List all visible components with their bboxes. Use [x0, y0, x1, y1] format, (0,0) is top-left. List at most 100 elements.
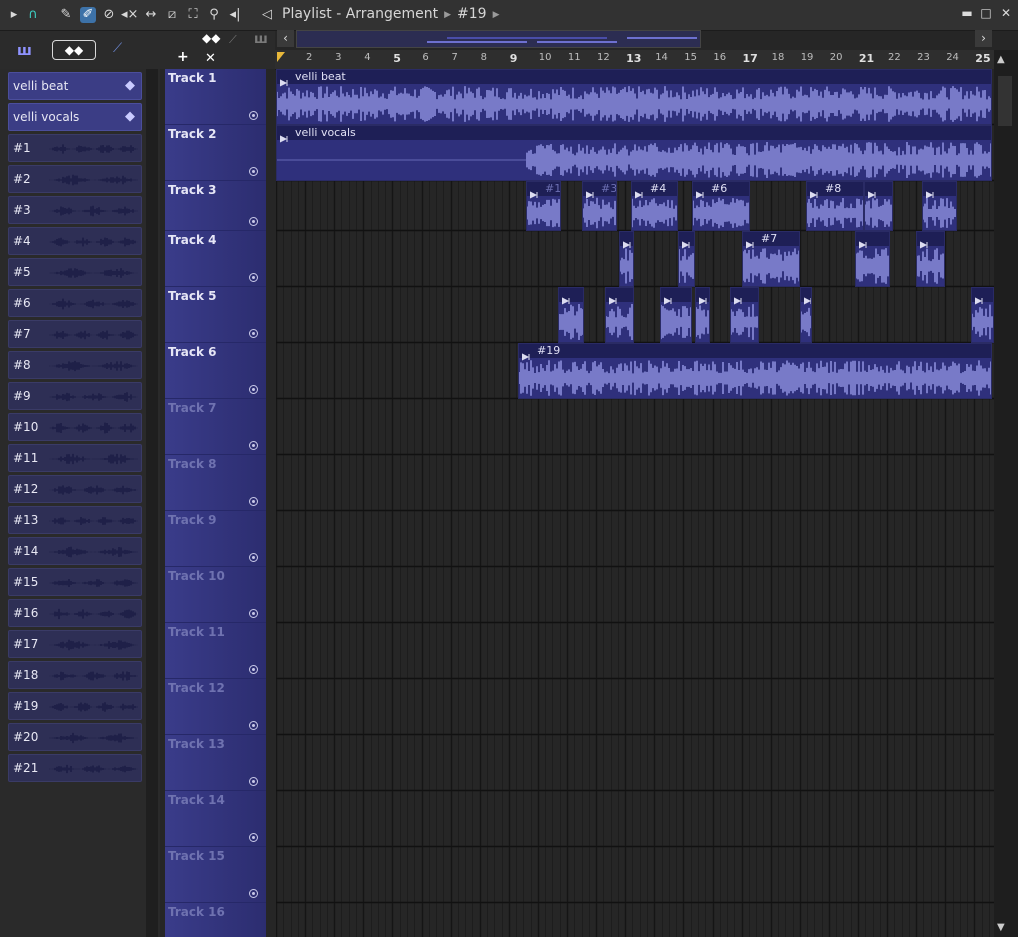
track-mute-icon[interactable] — [249, 609, 258, 618]
scroll-up-icon[interactable]: ▲ — [997, 54, 1005, 65]
remove-button[interactable]: ✕ — [205, 51, 216, 66]
track-mute-icon[interactable] — [249, 889, 258, 898]
clip-header[interactable]: #19 — [519, 344, 991, 361]
track-header[interactable]: Track 13 — [165, 735, 266, 791]
playlist-clip[interactable] — [916, 231, 945, 287]
picker-item[interactable]: #19 — [8, 692, 142, 720]
track-mute-icon[interactable] — [249, 217, 258, 226]
track-mute-icon[interactable] — [249, 273, 258, 282]
clip-menu-icon[interactable] — [803, 290, 811, 305]
playlist-clip[interactable] — [695, 287, 710, 343]
automation-view-icon[interactable]: ⟋ — [113, 41, 122, 56]
clip-menu-icon[interactable] — [279, 128, 288, 143]
clip-header[interactable] — [917, 232, 944, 249]
clip-header[interactable] — [801, 288, 811, 305]
track-mute-icon[interactable] — [249, 111, 258, 120]
clip-menu-icon[interactable] — [561, 290, 570, 305]
clip-menu-icon[interactable] — [608, 290, 617, 305]
track-mute-icon[interactable] — [249, 665, 258, 674]
pattern-view-icon[interactable]: ш — [17, 43, 32, 59]
clip-menu-icon[interactable] — [809, 184, 818, 199]
track-header[interactable]: Track 5 — [165, 287, 266, 343]
clip-header[interactable]: #7 — [743, 232, 799, 249]
clip-menu-icon[interactable] — [867, 184, 876, 199]
clip-header[interactable] — [696, 288, 709, 305]
playlist-clip[interactable]: #3 — [582, 181, 617, 231]
picker-item[interactable]: velli beat ◆ — [8, 72, 142, 100]
picker-item[interactable]: #20 — [8, 723, 142, 751]
picker-item[interactable]: #14 — [8, 537, 142, 565]
clip-menu-icon[interactable] — [634, 184, 643, 199]
playlist-clip[interactable] — [605, 287, 634, 343]
track-header[interactable]: Track 14 — [165, 791, 266, 847]
clip-header[interactable] — [606, 288, 633, 305]
clip-menu-icon[interactable] — [858, 234, 867, 249]
clip-header[interactable] — [865, 182, 892, 199]
clip-header[interactable] — [972, 288, 993, 305]
clip-header[interactable]: velli vocals — [277, 126, 991, 143]
clip-menu-icon[interactable] — [529, 184, 538, 199]
clip-menu-icon[interactable] — [622, 234, 631, 249]
picker-item[interactable]: #9 — [8, 382, 142, 410]
mute-icon[interactable]: ◂× — [121, 7, 138, 23]
track-mute-icon[interactable] — [249, 777, 258, 786]
playlist-clip[interactable] — [660, 287, 692, 343]
curve-icon[interactable]: ⟋ — [229, 33, 237, 47]
pattern-icon[interactable]: ш — [254, 32, 268, 47]
track-mute-icon[interactable] — [249, 385, 258, 394]
clip-header[interactable] — [923, 182, 956, 199]
playlist-clip[interactable]: velli vocals — [276, 125, 992, 181]
clip-header[interactable]: #1 — [527, 182, 560, 199]
playlist-clip[interactable]: #7 — [742, 231, 800, 287]
audio-view-icon[interactable]: ◆◆ — [52, 40, 96, 60]
track-header[interactable]: Track 4 — [165, 231, 266, 287]
picker-item[interactable]: #1 — [8, 134, 142, 162]
clip-header[interactable] — [856, 232, 889, 249]
maximize-button[interactable]: □ — [979, 6, 993, 22]
picker-scrollbar[interactable] — [146, 69, 158, 937]
picker-item[interactable]: #21 — [8, 754, 142, 782]
clip-menu-icon[interactable] — [695, 184, 704, 199]
track-header[interactable]: Track 1 — [165, 69, 266, 125]
scroll-right-button[interactable]: › — [975, 30, 992, 47]
playlist-clip[interactable] — [864, 181, 893, 231]
playback-icon[interactable]: ◂| — [227, 7, 243, 23]
clip-menu-icon[interactable] — [745, 234, 754, 249]
clip-header[interactable]: #6 — [693, 182, 749, 199]
clip-menu-icon[interactable] — [681, 234, 690, 249]
picker-item[interactable]: #13 — [8, 506, 142, 534]
select-icon[interactable]: ⛶ — [185, 7, 201, 23]
picker-item[interactable]: #4 — [8, 227, 142, 255]
track-mute-icon[interactable] — [249, 329, 258, 338]
track-mute-icon[interactable] — [249, 497, 258, 506]
clip-header[interactable] — [679, 232, 694, 249]
playlist-clip[interactable] — [678, 231, 695, 287]
scroll-left-button[interactable]: ‹ — [277, 30, 294, 47]
picker-item[interactable]: #3 — [8, 196, 142, 224]
pencil-icon[interactable]: ✎ — [58, 7, 74, 23]
playlist-clip[interactable]: #19 — [518, 343, 992, 399]
speaker-icon[interactable]: ◁ — [259, 7, 275, 23]
picker-item[interactable]: #12 — [8, 475, 142, 503]
delete-icon[interactable]: ⊘ — [101, 7, 117, 23]
clip-header[interactable]: #8 — [807, 182, 863, 199]
picker-item[interactable]: #11 — [8, 444, 142, 472]
playlist-clip[interactable]: #4 — [631, 181, 678, 231]
scroll-thumb[interactable] — [998, 76, 1012, 126]
playlist-clip[interactable] — [619, 231, 634, 287]
clip-menu-icon[interactable] — [733, 290, 742, 305]
picker-item[interactable]: #17 — [8, 630, 142, 658]
clip-header[interactable] — [620, 232, 633, 249]
track-header[interactable]: Track 2 — [165, 125, 266, 181]
playlist-clip[interactable] — [800, 287, 812, 343]
picker-item[interactable]: #7 — [8, 320, 142, 348]
playlist-clip[interactable] — [855, 231, 890, 287]
track-mute-icon[interactable] — [249, 721, 258, 730]
picker-item[interactable]: #2 — [8, 165, 142, 193]
picker-item[interactable]: #15 — [8, 568, 142, 596]
clip-header[interactable] — [559, 288, 583, 305]
play-icon[interactable]: ▸ — [6, 7, 22, 23]
track-mute-icon[interactable] — [249, 553, 258, 562]
playlist-grid[interactable]: velli beat velli vocals #1 #3 #4 #6 #8 #7 #19 — [276, 69, 994, 937]
clip-menu-icon[interactable] — [585, 184, 594, 199]
